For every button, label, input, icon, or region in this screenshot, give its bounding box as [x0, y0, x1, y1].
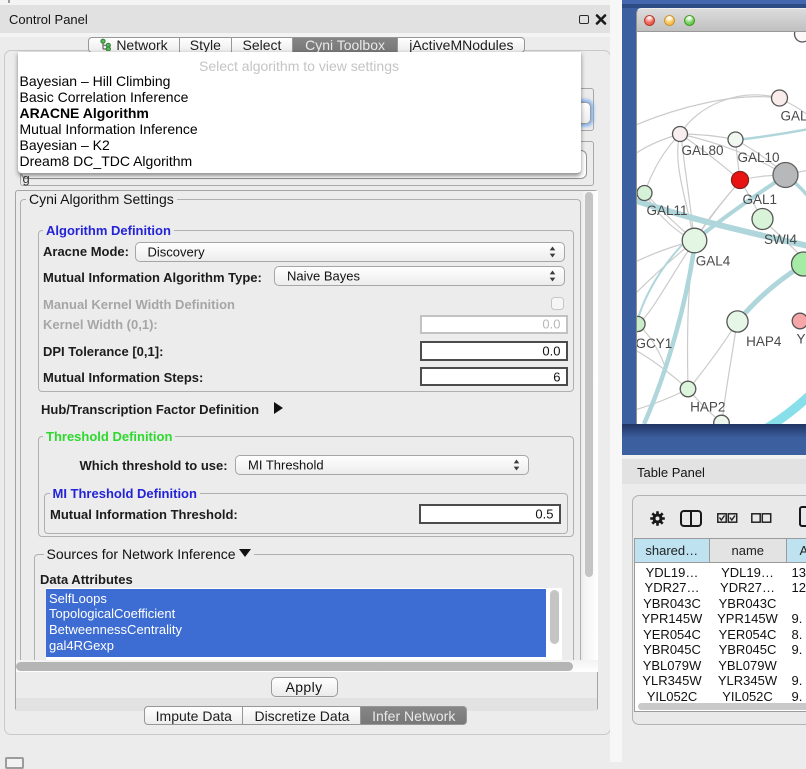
svg-text:GAL7: GAL7: [780, 109, 806, 124]
svg-text:HAP2: HAP2: [690, 399, 725, 414]
svg-text:YG: YG: [796, 331, 806, 346]
svg-text:GAL1: GAL1: [742, 192, 777, 207]
svg-text:GAL4: GAL4: [695, 254, 730, 269]
svg-text:GAL10: GAL10: [737, 150, 779, 165]
svg-text:GAL11: GAL11: [646, 203, 687, 218]
svg-text:HAP4: HAP4: [746, 334, 782, 349]
svg-text:SWI4: SWI4: [764, 232, 797, 247]
svg-text:GCY1: GCY1: [636, 336, 672, 351]
svg-text:GAL80: GAL80: [681, 143, 723, 158]
